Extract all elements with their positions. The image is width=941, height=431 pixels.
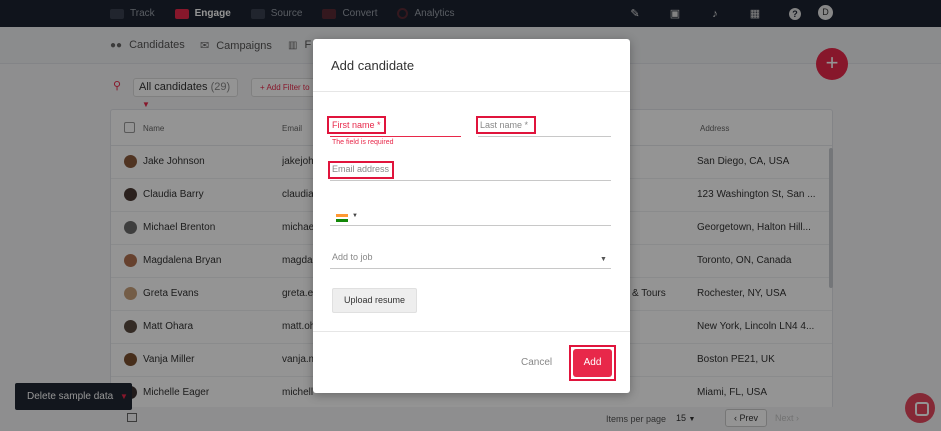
phone-field[interactable]: [330, 206, 611, 226]
india-flag-icon[interactable]: [336, 214, 348, 222]
modal-title: Add candidate: [331, 58, 415, 73]
modal-footer-divider: [313, 331, 630, 332]
add-to-job-placeholder: Add to job: [332, 252, 373, 262]
add-candidate-modal: Add candidate First name * The field is …: [313, 39, 630, 393]
first-name-error: The field is required: [332, 139, 394, 146]
highlight-box-first-name: [327, 116, 386, 134]
highlight-box-email: [328, 161, 394, 179]
add-to-job-select[interactable]: Add to job: [330, 249, 611, 269]
chevron-down-icon: ▼: [352, 213, 358, 219]
cancel-button[interactable]: Cancel: [521, 357, 552, 368]
chevron-down-icon: ▼: [600, 256, 607, 263]
highlight-box-last-name: [476, 116, 536, 134]
upload-resume-button[interactable]: Upload resume: [332, 288, 417, 313]
highlight-box-add: [569, 345, 616, 381]
modal-divider: [313, 91, 630, 92]
